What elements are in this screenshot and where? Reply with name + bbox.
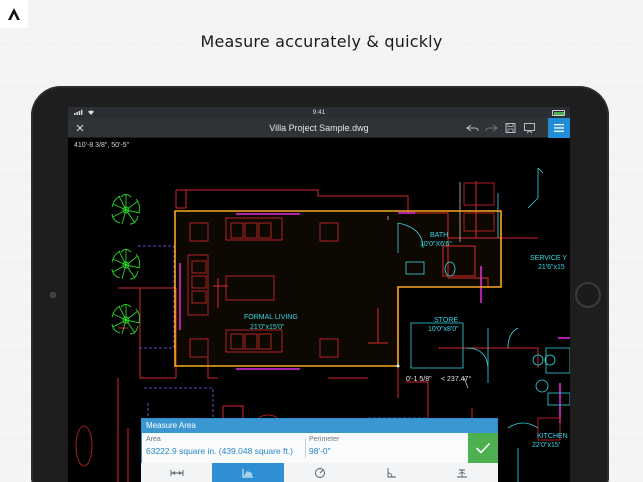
area-label: Area xyxy=(146,436,161,443)
redo-icon[interactable] xyxy=(485,122,498,134)
room-label-bath: BATH xyxy=(430,232,448,239)
room-dim-kitchen: 22'0"x15' xyxy=(532,442,560,449)
measure-tools-bar xyxy=(141,463,498,482)
perimeter-value: 98'-0" xyxy=(309,446,331,456)
measure-angle-tool[interactable] xyxy=(355,463,426,482)
app-screen: 9:41 Villa Project Sample.dwg FORMAL LIV… xyxy=(68,107,570,482)
status-bar: 9:41 xyxy=(68,107,570,118)
measure-area-tool[interactable] xyxy=(212,463,284,482)
room-label-service: SERVICE Y xyxy=(530,255,567,262)
checkmark-icon xyxy=(475,442,491,454)
room-label-formal-living: FORMAL LIVING xyxy=(244,314,298,321)
measure-radius-tool[interactable] xyxy=(284,463,355,482)
room-label-kitchen: KITCHEN xyxy=(537,433,568,440)
area-icon xyxy=(242,468,254,477)
radius-icon xyxy=(314,467,325,478)
autodesk-logo-icon xyxy=(0,0,28,28)
ruler-distance-icon xyxy=(170,469,184,476)
present-icon[interactable] xyxy=(523,122,536,134)
top-toolbar: Villa Project Sample.dwg xyxy=(68,118,570,138)
segment-angle-label: < 237.47° xyxy=(441,375,471,383)
angle-icon xyxy=(387,467,396,477)
home-button xyxy=(575,282,601,308)
perimeter-label: Perimeter xyxy=(309,436,340,443)
arc-icon xyxy=(457,469,468,477)
room-label-store: STORE xyxy=(434,317,458,324)
measure-area-outline[interactable] xyxy=(174,210,502,367)
measure-panel-title: Measure Area xyxy=(142,419,497,433)
undo-icon[interactable] xyxy=(466,122,479,134)
panel-divider xyxy=(305,438,306,458)
menu-button[interactable] xyxy=(548,118,570,138)
camera-dot xyxy=(50,292,56,298)
measure-arc-tool[interactable] xyxy=(427,463,498,482)
coordinate-readout: 410'-8 3/8", 50'-5" xyxy=(74,142,130,149)
area-value: 63222.9 square in. (439.048 square ft.) xyxy=(146,446,293,456)
measure-area-panel: Measure Area Area 63222.9 square in. (43… xyxy=(141,418,498,463)
room-dim-formal-living: 21'0"x15'0" xyxy=(250,324,285,331)
room-dim-store: 10'0"x8'0" xyxy=(428,326,459,333)
confirm-button[interactable] xyxy=(468,433,498,463)
room-dim-service: 21'6"x15 xyxy=(538,264,565,271)
measure-distance-tool[interactable] xyxy=(141,463,212,482)
measure-vertex-handle[interactable] xyxy=(396,364,400,368)
status-time: 9:41 xyxy=(312,109,326,116)
room-dim-bath: 10'0"X6'6" xyxy=(420,241,452,248)
segment-length-label: 0'-1 5/8" xyxy=(406,376,432,383)
menu-icon xyxy=(554,124,564,132)
headline: Measure accurately & quickly xyxy=(200,32,443,51)
save-icon[interactable] xyxy=(504,122,517,134)
battery-icon xyxy=(552,110,565,116)
